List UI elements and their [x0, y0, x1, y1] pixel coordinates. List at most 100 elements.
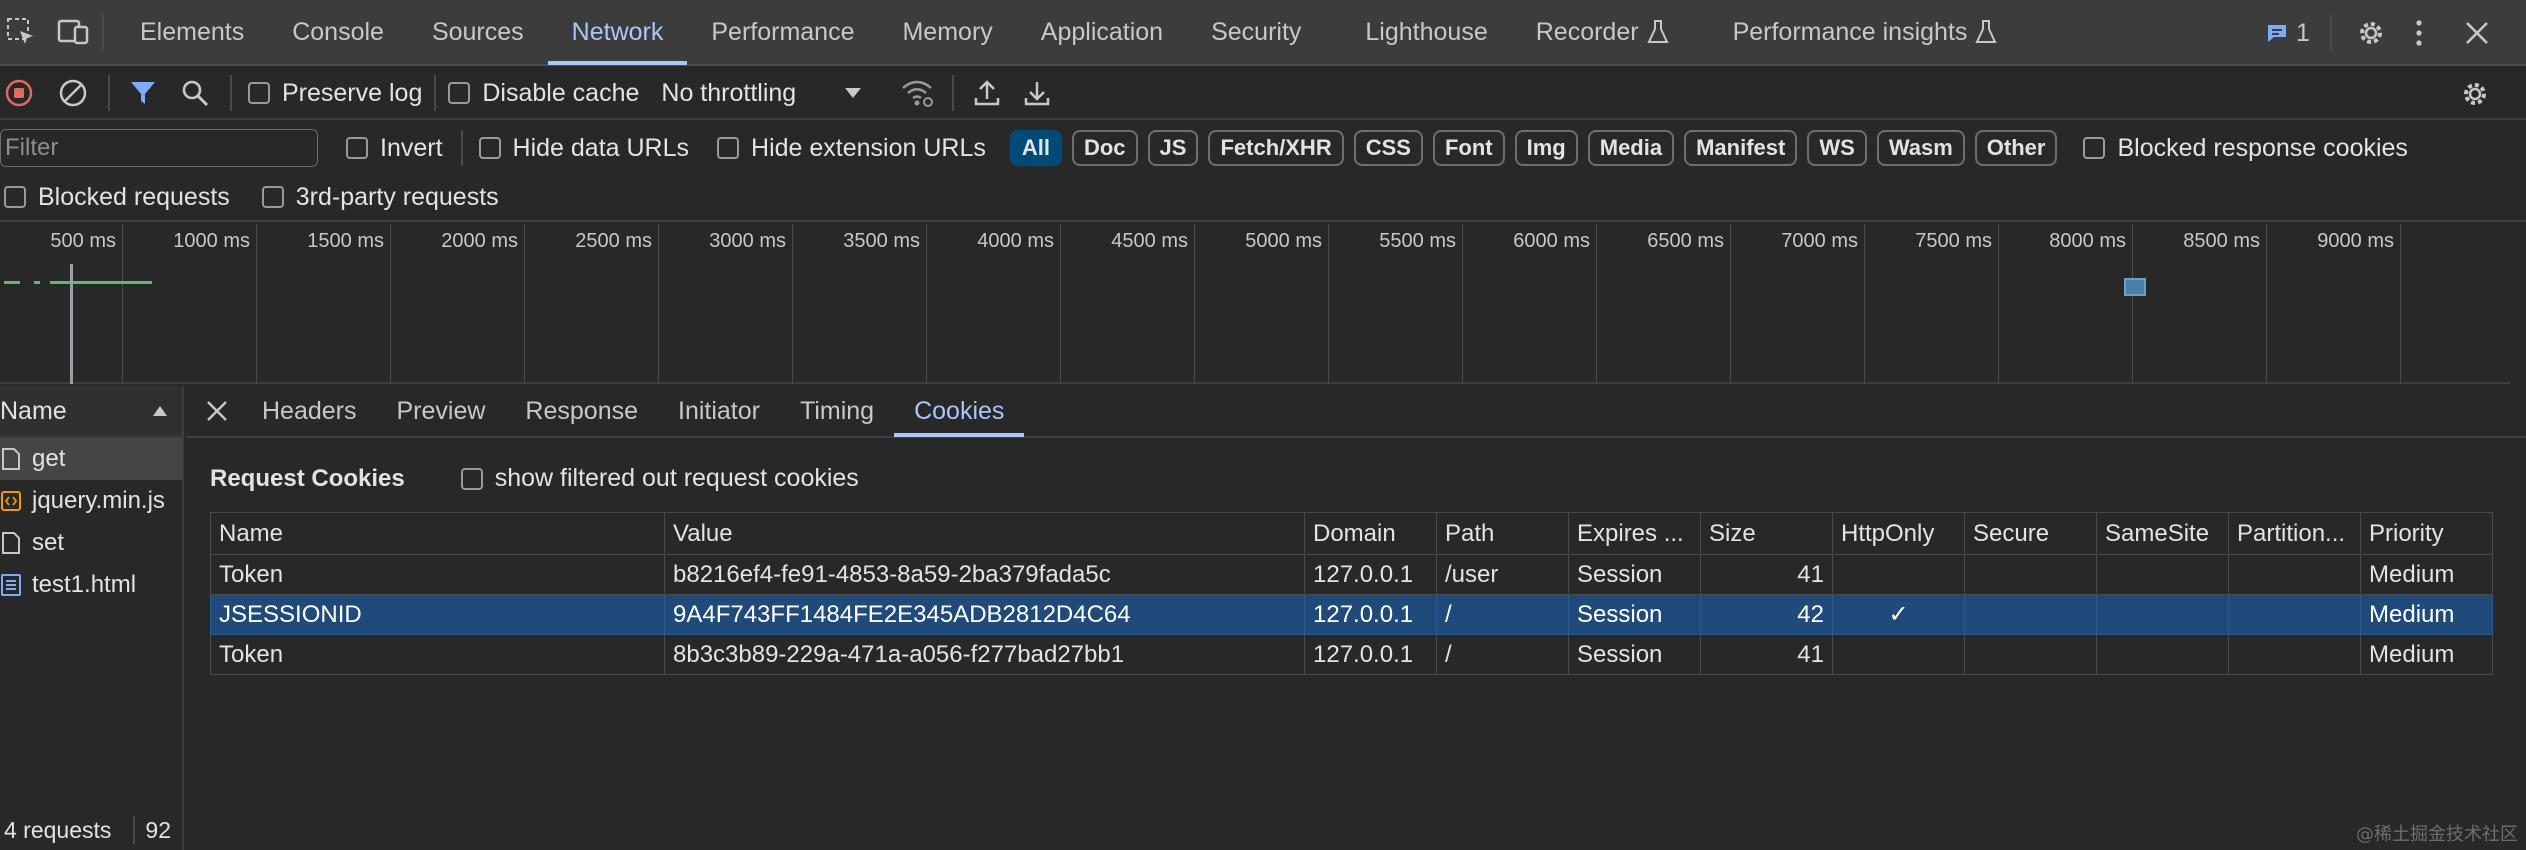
cookie-row[interactable]: Token 8b3c3b89-229a-471a-a056-f277bad27b…: [210, 634, 2493, 675]
chip-doc[interactable]: Doc: [1071, 130, 1138, 166]
col-httponly[interactable]: HttpOnly: [1832, 512, 1965, 555]
show-filtered-cookies-checkbox[interactable]: show filtered out request cookies: [460, 464, 859, 493]
tab-performance-insights[interactable]: Performance insights: [1693, 0, 2022, 65]
chip-media[interactable]: Media: [1587, 130, 1675, 166]
tab-console[interactable]: Console: [268, 0, 408, 65]
tab-network[interactable]: Network: [547, 0, 688, 65]
document-icon: [0, 447, 22, 471]
tab-initiator[interactable]: Initiator: [658, 385, 780, 437]
col-value[interactable]: Value: [664, 512, 1305, 555]
blocked-requests-checkbox[interactable]: Blocked requests: [4, 183, 230, 212]
request-row[interactable]: test1.html: [0, 564, 182, 606]
network-settings-gear-icon[interactable]: [2460, 79, 2490, 109]
import-har-upload-icon[interactable]: [972, 78, 1002, 108]
export-har-download-icon[interactable]: [1022, 78, 1052, 108]
invert-checkbox[interactable]: Invert: [346, 134, 443, 163]
timeline-gridline: [1864, 224, 1865, 384]
record-stop-icon[interactable]: [4, 78, 34, 108]
hide-extension-urls-checkbox[interactable]: Hide extension URLs: [717, 134, 986, 163]
checkbox-box[interactable]: [717, 137, 740, 159]
chip-ws[interactable]: WS: [1807, 130, 1867, 166]
timeline-gridline: [2132, 224, 2133, 384]
hide-extension-urls-label: Hide extension URLs: [751, 133, 986, 162]
tab-label: Cookies: [914, 396, 1005, 425]
close-detail-icon[interactable]: [206, 400, 228, 422]
checkbox-box[interactable]: [346, 137, 368, 159]
col-secure[interactable]: Secure: [1964, 512, 2097, 555]
search-icon[interactable]: [180, 78, 210, 108]
filter-input[interactable]: [0, 129, 318, 167]
checkbox-box[interactable]: [261, 186, 284, 208]
tab-response[interactable]: Response: [505, 385, 658, 437]
checkbox-box[interactable]: [460, 467, 483, 490]
disable-cache-checkbox[interactable]: Disable cache: [448, 79, 639, 108]
chip-manifest[interactable]: Manifest: [1684, 130, 1798, 166]
filter-funnel-icon[interactable]: [128, 78, 158, 108]
tab-elements[interactable]: Elements: [116, 0, 268, 65]
tab-performance[interactable]: Performance: [687, 0, 878, 65]
checkbox-box[interactable]: [448, 82, 471, 104]
network-overview-timeline[interactable]: 500 ms 1000 ms 1500 ms 2000 ms 2500 ms 3000 m…: [0, 224, 2510, 384]
tab-cookies[interactable]: Cookies: [894, 385, 1025, 437]
third-party-requests-checkbox[interactable]: 3rd-party requests: [261, 183, 499, 212]
hide-data-urls-checkbox[interactable]: Hide data URLs: [478, 134, 689, 163]
chip-fetch-xhr[interactable]: Fetch/XHR: [1208, 130, 1344, 166]
select-element-icon[interactable]: [4, 17, 38, 47]
request-row[interactable]: set: [0, 522, 182, 564]
chip-font[interactable]: Font: [1432, 130, 1505, 166]
col-expires[interactable]: Expires ...: [1568, 512, 1701, 555]
name-column-header[interactable]: Name: [0, 386, 182, 438]
tab-preview[interactable]: Preview: [377, 385, 506, 437]
blocked-response-cookies-checkbox[interactable]: Blocked response cookies: [2083, 134, 2408, 163]
network-conditions-wifi-icon[interactable]: [900, 78, 934, 108]
col-size[interactable]: Size: [1700, 512, 1833, 555]
checkbox-box[interactable]: [2083, 137, 2106, 159]
col-samesite[interactable]: SameSite: [2096, 512, 2229, 555]
tab-memory[interactable]: Memory: [878, 0, 1016, 65]
device-toolbar-icon[interactable]: [56, 17, 90, 47]
col-path[interactable]: Path: [1436, 512, 1569, 555]
checkbox-box[interactable]: [478, 137, 501, 159]
settings-gear-icon[interactable]: [2356, 18, 2386, 48]
checkbox-box[interactable]: [248, 82, 270, 104]
throttling-select[interactable]: No throttling: [661, 79, 862, 108]
blocked-requests-label: Blocked requests: [38, 182, 230, 211]
cookie-path: /user: [1436, 554, 1569, 595]
tab-label: Memory: [902, 17, 993, 46]
devtools-tabbar: Elements Console Sources Network Perform…: [0, 0, 2526, 66]
cookie-row[interactable]: Token b8216ef4-fe91-4853-8a59-2ba379fada…: [210, 554, 2493, 595]
tab-recorder[interactable]: Recorder: [1512, 0, 1693, 65]
request-row[interactable]: get: [0, 438, 182, 480]
col-partition[interactable]: Partition...: [2228, 512, 2361, 555]
network-toolbar: Preserve log Disable cache No throttling: [0, 68, 2526, 120]
tab-application[interactable]: Application: [1017, 0, 1187, 65]
chip-wasm[interactable]: Wasm: [1876, 130, 1965, 166]
tab-label: Headers: [262, 396, 357, 425]
close-devtools-icon[interactable]: [2464, 20, 2490, 46]
checkbox-box[interactable]: [4, 186, 26, 208]
issues-counter[interactable]: 1: [2266, 0, 2310, 66]
tab-label: Lighthouse: [1365, 17, 1488, 46]
chip-js[interactable]: JS: [1147, 130, 1199, 166]
col-domain[interactable]: Domain: [1304, 512, 1437, 555]
request-row[interactable]: jquery.min.js: [0, 480, 182, 522]
tab-lighthouse[interactable]: Lighthouse: [1325, 0, 1511, 65]
clear-icon[interactable]: [58, 78, 88, 108]
tab-headers[interactable]: Headers: [242, 385, 377, 437]
more-options-icon[interactable]: [2414, 18, 2424, 48]
tab-label: Application: [1040, 17, 1164, 46]
preserve-log-checkbox[interactable]: Preserve log: [248, 79, 422, 108]
sort-ascending-icon: [152, 405, 168, 417]
col-name[interactable]: Name: [210, 512, 665, 555]
timeline-tick-label: 7000 ms: [1781, 230, 1858, 252]
col-priority[interactable]: Priority: [2360, 512, 2493, 555]
cookie-row-selected[interactable]: JSESSIONID 9A4F743FF1484FE2E345ADB2812D4…: [210, 594, 2493, 635]
chip-css[interactable]: CSS: [1353, 130, 1423, 166]
chip-other[interactable]: Other: [1974, 130, 2058, 166]
chip-img[interactable]: Img: [1514, 130, 1578, 166]
tab-sources[interactable]: Sources: [408, 0, 548, 65]
tab-timing[interactable]: Timing: [780, 385, 894, 437]
chip-all[interactable]: All: [1009, 130, 1062, 166]
tab-security[interactable]: Security: [1187, 0, 1325, 65]
timeline-gap: [40, 281, 50, 284]
